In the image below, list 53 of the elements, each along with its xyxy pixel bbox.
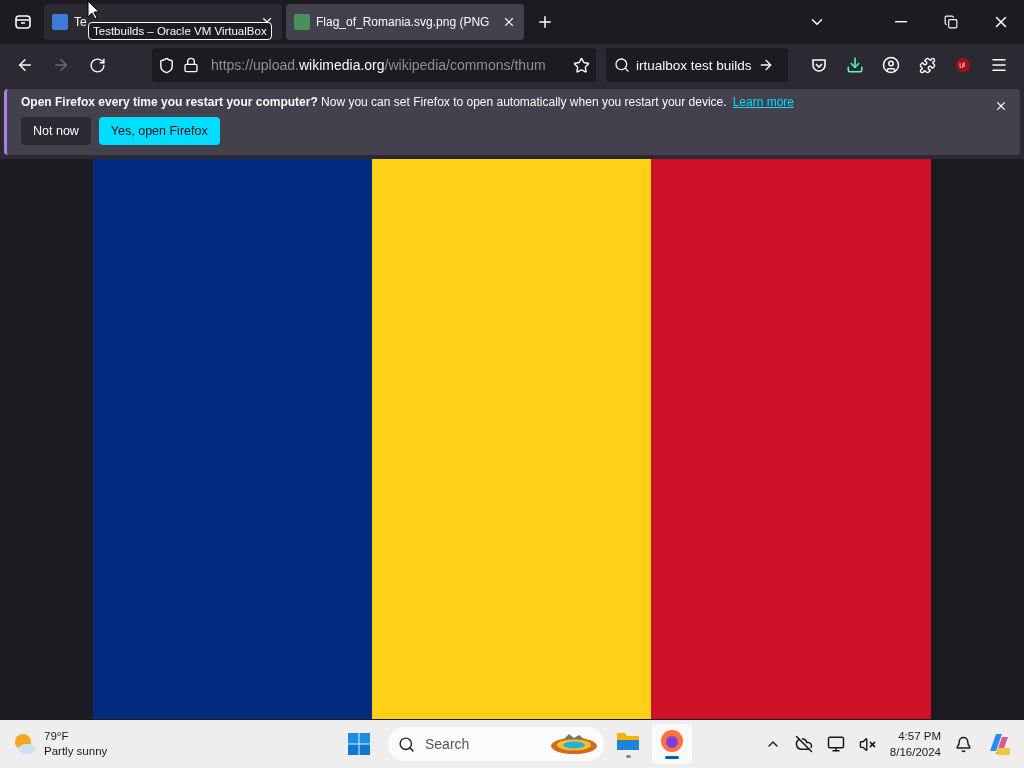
monitor-icon [826,735,845,753]
address-bar[interactable]: https://upload.wikimedia.org/wikipedia/commons/thum [152,48,596,82]
windows-icon [347,732,371,756]
tooltip: Testbuilds – Oracle VM VirtualBox [88,22,272,40]
favicon-icon [294,14,310,30]
restore-icon [944,15,958,29]
hot-spring-icon [550,733,598,755]
minimize-icon [895,21,907,23]
favicon-icon [52,14,68,30]
taskbar-search-field[interactable]: Search [388,727,604,761]
confirm-button[interactable]: Yes, open Firefox [98,117,220,145]
shield-icon [158,56,175,74]
plus-icon [536,13,554,31]
menu-icon [990,56,1008,74]
cloud-off-icon [794,735,813,753]
notification-text: Open Firefox every time you restart your computer? Now you can set Firefox to open automatically when you restart your device. [21,95,727,109]
learn-more-link[interactable]: Learn more [732,95,794,109]
url-text: https://upload.wikimedia.org/wikipedia/commons/thum [211,57,546,73]
tab-title: Te [74,15,88,29]
arrow-right-icon [52,56,70,74]
browser-tab[interactable]: Flag_of_Romania.svg.png (PNG [286,4,524,40]
reload-icon [88,56,106,74]
pocket-icon [811,57,827,73]
taskbar-app[interactable] [652,724,692,764]
speaker-muted-icon [858,735,876,753]
bell-icon [955,735,972,753]
dismiss-button[interactable]: Not now [21,117,91,145]
app-indicator [665,756,679,759]
tab-title: Flag_of_Romania.svg.png (PNG [316,15,491,29]
clock-time: 4:57 PM [898,729,941,744]
puzzle-icon [918,56,936,74]
search-icon [614,57,630,73]
clock[interactable]: 4:57 PM 8/16/2024 [889,728,941,760]
folder-icon [616,730,640,752]
search-placeholder: Search [425,736,471,752]
cursor-icon [87,0,101,20]
web-search-box[interactable]: irtualbox test builds [606,48,788,82]
app-indicator [625,755,631,758]
star-icon [573,56,590,74]
account-icon [882,56,900,74]
shield-badge-icon [955,57,971,73]
close-notification-button[interactable] [994,99,1008,113]
close-icon [994,99,1008,113]
partly-sunny-icon [12,731,38,757]
search-icon [398,735,415,753]
close-icon [502,15,516,29]
tray-icon [14,13,32,31]
weather-condition: Partly sunny [44,744,108,759]
lock-icon [183,57,199,73]
download-icon [846,56,864,74]
search-value: irtualbox test builds [636,57,752,73]
clock-date: 8/16/2024 [889,745,941,760]
temperature: 79°F [44,729,70,744]
